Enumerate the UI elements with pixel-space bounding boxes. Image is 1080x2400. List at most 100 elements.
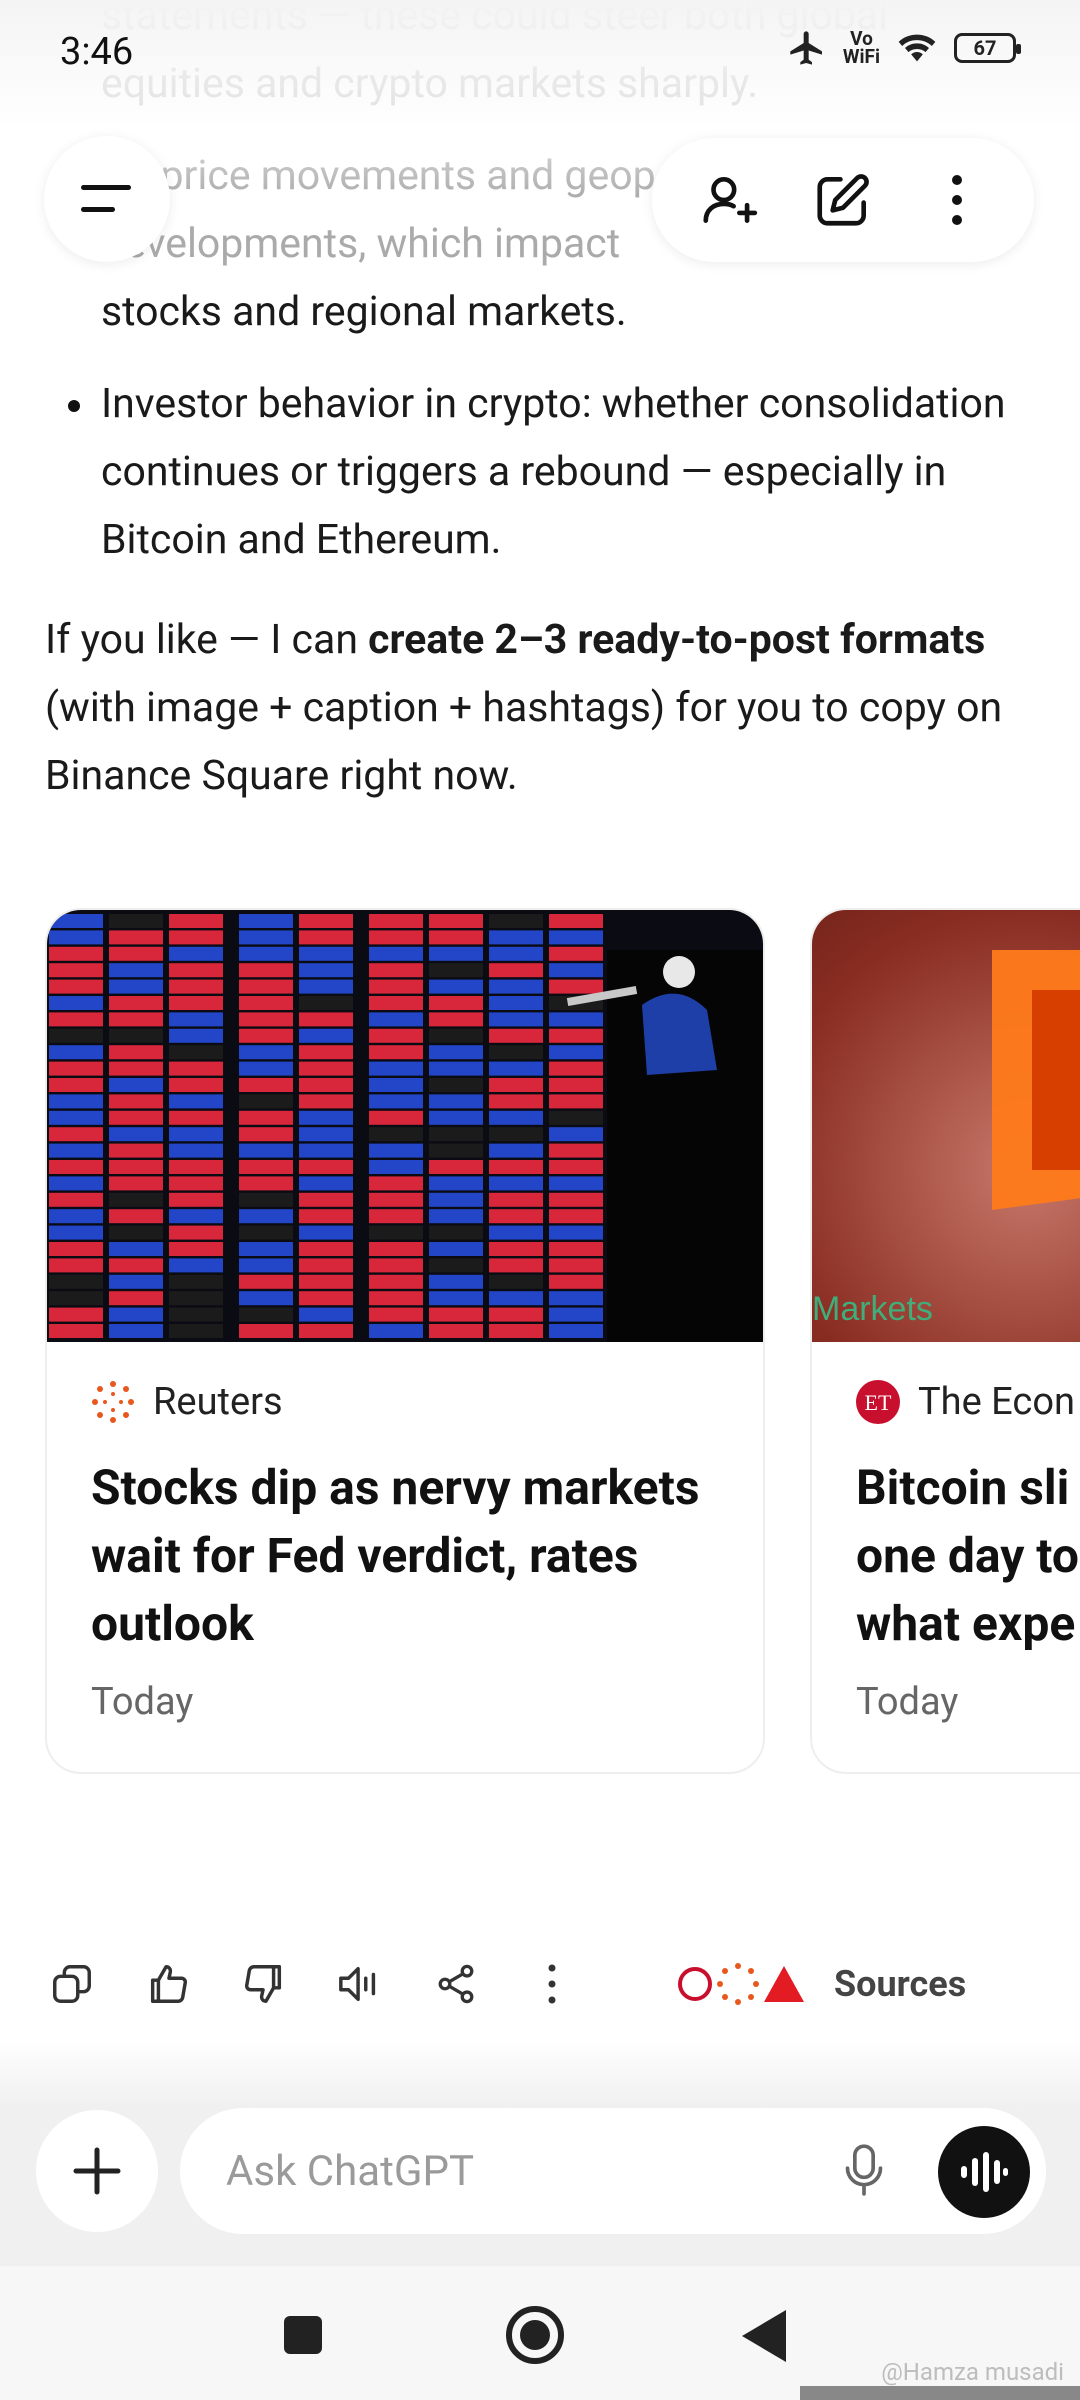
board-tile [49,930,103,945]
svg-text:ET: ET [865,1390,892,1415]
board-tile [109,1225,163,1240]
thumbs-up-button[interactable] [136,1952,200,2016]
board-tile [369,1242,423,1256]
board-tile [429,1160,483,1174]
copy-button[interactable] [40,1952,104,2016]
board-tile [169,930,223,945]
board-tile [549,914,603,928]
board-tile [109,1012,163,1027]
board-tile [429,1225,483,1240]
board-tile [169,1028,223,1043]
board-tile [239,1291,293,1306]
news-card[interactable]: Reuters Stocks dip as nervy markets wait… [45,908,765,1774]
board-tile [369,1110,423,1125]
board-tile [169,1209,223,1224]
recents-button[interactable] [284,2316,322,2354]
share-icon [438,1964,474,2004]
board-tile [299,1078,353,1092]
add-person-button[interactable] [689,160,769,240]
board-tile [169,1192,223,1207]
watermark: @Hamza musadi [881,2358,1064,2386]
ask-input[interactable] [226,2146,786,2196]
board-tile [489,914,543,928]
menu-icon [81,185,131,212]
back-button[interactable] [742,2310,786,2362]
more-actions-button[interactable] [520,1952,584,2016]
thumbs-down-button[interactable] [232,1952,296,2016]
board-tile [429,1242,483,1256]
mic-icon [845,2144,883,2196]
board-tile [369,1127,423,1142]
board-tile [549,1094,603,1109]
board-tile [549,963,603,978]
board-tile [239,1012,293,1027]
more-button[interactable] [917,160,997,240]
mic-button[interactable] [832,2138,896,2202]
board-tile [549,1258,603,1273]
vowifi-icon: Vo WiFi [842,27,880,68]
board-tile [369,914,423,928]
news-carousel[interactable]: Reuters Stocks dip as nervy markets wait… [45,908,1080,1774]
sources-button[interactable]: Sources [676,1962,966,2006]
board-tile [49,1192,103,1207]
board-tile [299,963,353,978]
board-tile [489,1176,543,1191]
board-tile [489,1242,543,1256]
board-tile [369,1012,423,1027]
board-tile [169,1045,223,1060]
board-tile [489,963,543,978]
board-tile [369,1160,423,1174]
board-tile [489,1061,543,1076]
follow-up-paragraph: If you like — I can create 2–3 ready-to-… [0,606,1080,810]
voice-mode-button[interactable] [938,2126,1030,2218]
board-tile [239,914,293,928]
board-tile [49,979,103,994]
board-tile [109,963,163,978]
board-tile [49,1110,103,1125]
board-tile [239,1258,293,1273]
board-tile [549,1307,603,1322]
board-tile [169,1225,223,1240]
board-tile [49,1307,103,1322]
board-tile [239,1045,293,1060]
source-name: The Econ [918,1380,1075,1424]
share-button[interactable] [424,1952,488,2016]
board-tile [239,1143,293,1158]
board-tile [549,1061,603,1076]
source-name: Reuters [153,1380,283,1424]
stock-board-image [47,910,763,1342]
board-tile [549,1160,603,1174]
board-tile [489,1324,543,1338]
board-tile [429,1176,483,1191]
board-tile [369,1307,423,1322]
source-logo-icon [764,1966,804,2002]
board-tile [429,1110,483,1125]
board-tile [169,1012,223,1027]
board-tile [369,1274,423,1289]
attach-button[interactable] [36,2110,158,2232]
home-button[interactable] [506,2306,564,2364]
board-tile [239,1274,293,1289]
board-tile [299,1012,353,1027]
board-tile [429,1094,483,1109]
board-tile [169,1094,223,1109]
news-card[interactable]: Markets ET The Econ Bitcoin sli one day … [810,908,1080,1774]
board-tile [109,1242,163,1256]
board-tile [49,1242,103,1256]
board-tile [429,1028,483,1043]
board-tile [549,1143,603,1158]
board-tile [429,1012,483,1027]
read-aloud-button[interactable] [328,1952,392,2016]
board-tile [549,1192,603,1207]
board-tile [429,930,483,945]
board-tile [49,1143,103,1158]
board-tile [169,1160,223,1174]
headline: Stocks dip as nervy markets wait for Fed… [91,1459,700,1652]
menu-button[interactable] [44,136,170,262]
board-tile [169,1078,223,1092]
board-tile [369,1061,423,1076]
new-chat-button[interactable] [803,160,883,240]
header-actions [652,138,1034,262]
bullet-text-tail: stocks and regional markets. [101,288,627,336]
thumbs-down-icon [245,1965,282,2003]
